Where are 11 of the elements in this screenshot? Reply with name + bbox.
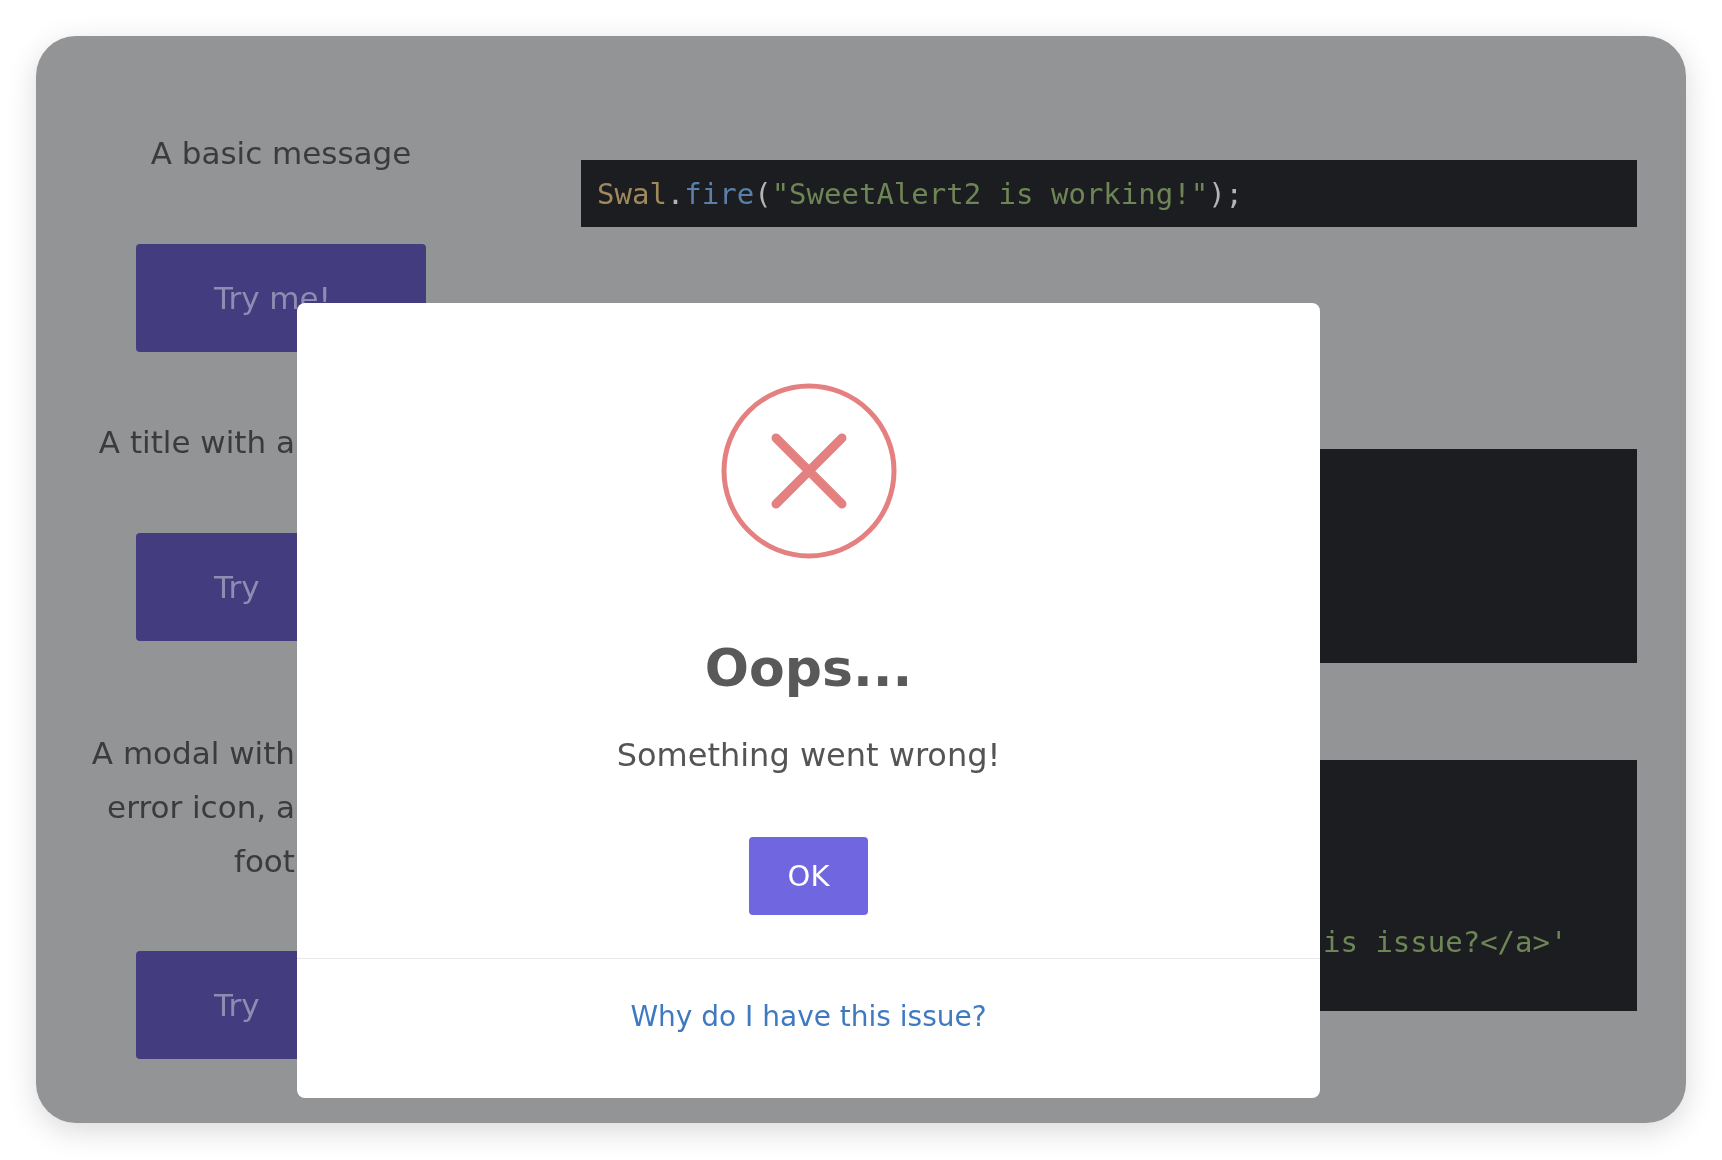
code-line: Swal.fire("SweetAlert2 is working!"); <box>597 176 1244 213</box>
help-link[interactable]: Why do I have this issue? <box>630 997 987 1037</box>
dialog-title: Oops... <box>704 637 913 700</box>
example-description: foot <box>234 842 295 881</box>
example-description: A title with a <box>98 423 295 462</box>
dialog-message: Something went wrong! <box>616 735 1001 776</box>
example-description: A modal with <box>91 734 295 773</box>
example-description: A basic message <box>150 134 412 173</box>
code-line: is issue?</a>' <box>1323 924 1568 961</box>
example-description: error icon, a <box>107 788 295 827</box>
ok-button[interactable]: OK <box>749 837 868 915</box>
